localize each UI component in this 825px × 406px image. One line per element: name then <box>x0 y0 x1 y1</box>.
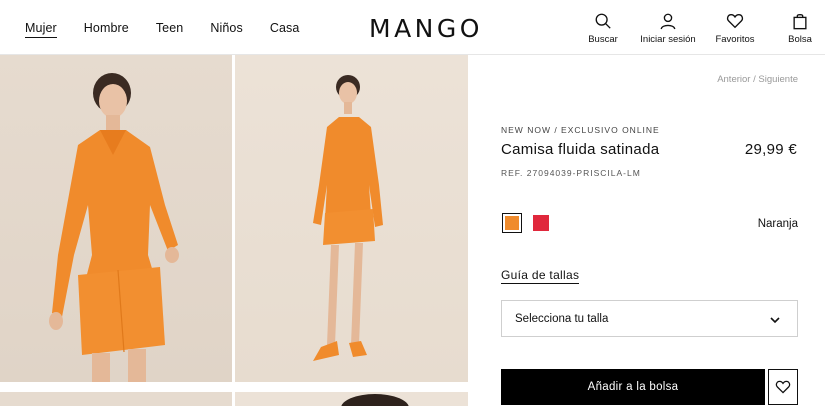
search-label: Buscar <box>588 34 618 45</box>
product-price: 29,99 € <box>744 141 797 158</box>
product-tag: NEW NOW / EXCLUSIVO ONLINE <box>501 125 660 135</box>
bag-label: Bolsa <box>788 34 812 45</box>
add-to-favorites-button[interactable] <box>768 369 798 405</box>
user-icon <box>660 13 676 30</box>
search-icon <box>595 13 611 29</box>
size-guide-link[interactable]: Guía de tallas <box>501 268 580 284</box>
model-illustration <box>313 75 383 361</box>
color-swatch-red[interactable] <box>531 213 551 233</box>
favorites-label: Favoritos <box>715 34 755 45</box>
brand-logo[interactable]: MANGO <box>369 14 483 43</box>
heart-icon <box>726 14 744 29</box>
nav-item-mujer[interactable]: Mujer <box>25 21 57 38</box>
favorites-button[interactable]: Favoritos <box>710 12 760 45</box>
prev-link[interactable]: Anterior <box>717 74 750 85</box>
color-swatch-fill <box>533 215 549 231</box>
top-header: Mujer Hombre Teen Niños Casa MANGO Busca… <box>0 0 825 55</box>
product-photo-full[interactable] <box>235 55 468 382</box>
main-nav: Mujer Hombre Teen Niños Casa <box>25 21 326 38</box>
bag-icon <box>793 14 807 30</box>
color-swatch-orange[interactable] <box>502 213 522 233</box>
breadcrumb: Anterior / Siguiente <box>717 74 798 85</box>
add-to-bag-button[interactable]: Añadir a la bolsa <box>501 369 765 405</box>
product-photo-4[interactable] <box>235 392 468 406</box>
login-label: Iniciar sesión <box>640 34 696 45</box>
selected-color-name: Naranja <box>757 218 798 230</box>
bag-button[interactable]: Bolsa <box>782 12 818 45</box>
login-button[interactable]: Iniciar sesión <box>636 12 700 45</box>
nav-item-ninos[interactable]: Niños <box>210 21 242 38</box>
nav-item-casa[interactable]: Casa <box>270 21 300 38</box>
product-reference: REF. 27094039-PRISCILA-LM <box>501 168 641 178</box>
chevron-down-icon <box>770 317 780 324</box>
product-photo-3[interactable] <box>0 392 232 406</box>
model-hair-illustration <box>341 394 409 406</box>
color-swatch-fill <box>505 216 519 230</box>
model-illustration <box>49 73 179 382</box>
product-title: Camisa fluida satinada <box>501 141 660 158</box>
nav-item-hombre[interactable]: Hombre <box>84 21 129 38</box>
next-link[interactable]: Siguiente <box>758 74 798 85</box>
size-select[interactable]: Selecciona tu talla <box>501 300 798 337</box>
nav-item-teen[interactable]: Teen <box>156 21 184 38</box>
product-photo-front[interactable] <box>0 55 232 382</box>
heart-icon <box>775 380 791 394</box>
size-select-placeholder: Selecciona tu talla <box>515 313 609 325</box>
search-button[interactable]: Buscar <box>585 12 621 45</box>
